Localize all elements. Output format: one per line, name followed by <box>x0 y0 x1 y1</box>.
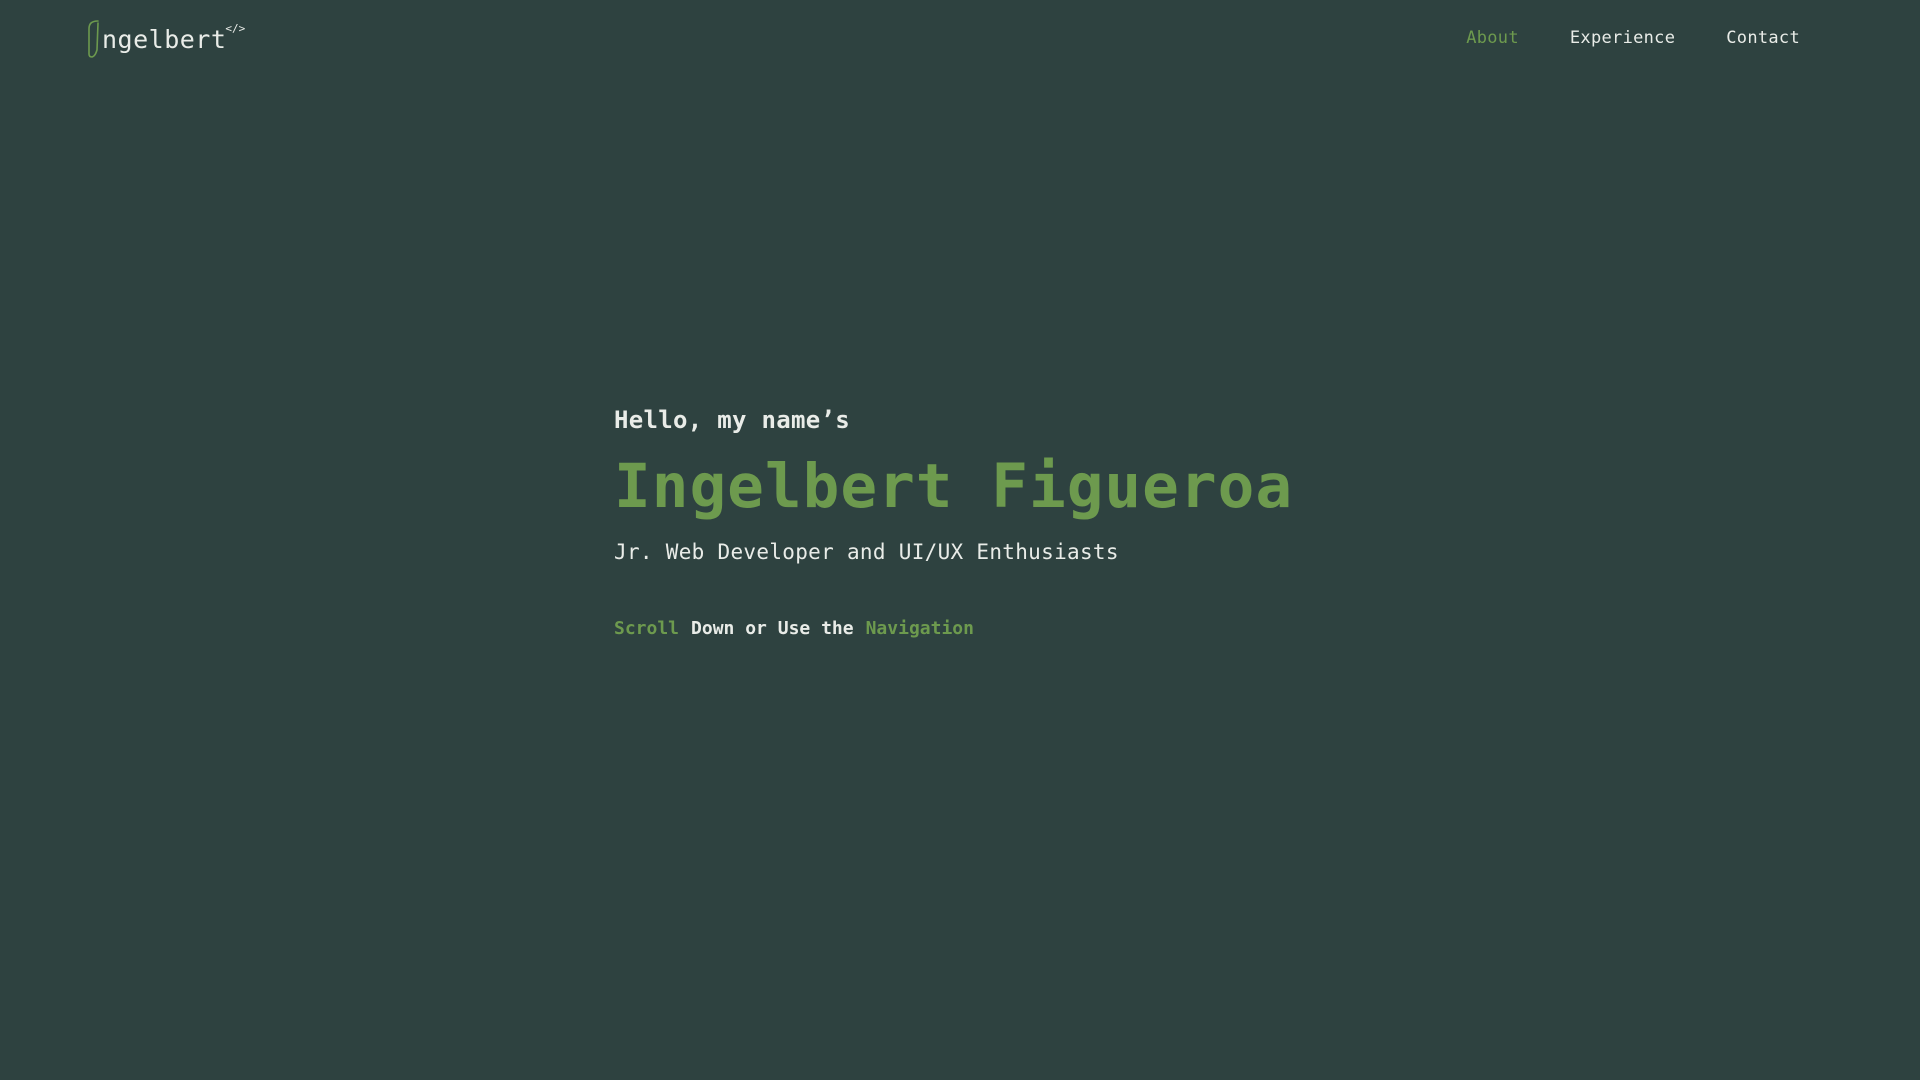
hero-section: Hello, my name’s Ingelbert Figueroa Jr. … <box>614 404 1293 641</box>
logo-code-icon: </> <box>225 22 246 35</box>
hero-cta: Scroll Down or Use the Navigation <box>614 617 1293 641</box>
nav-link-contact[interactable]: Contact <box>1726 28 1800 48</box>
logo-link[interactable]: ngelbert </> <box>86 20 245 62</box>
logo-bracket-icon <box>88 20 99 58</box>
cta-scroll-link[interactable]: Scroll <box>614 617 679 641</box>
logo-text: ngelbert <box>102 25 227 54</box>
page: ngelbert </> About Experience Contact He… <box>0 0 1920 1080</box>
main-nav: About Experience Contact <box>1466 28 1800 48</box>
nav-link-about[interactable]: About <box>1466 28 1519 48</box>
nav-link-experience[interactable]: Experience <box>1570 28 1675 48</box>
cta-navigation-link[interactable]: Navigation <box>866 617 974 641</box>
cta-middle-text: Down or Use the <box>691 618 854 639</box>
hero-greeting: Hello, my name’s <box>614 406 850 434</box>
hero-role: Jr. Web Developer and UI/UX Enthusiasts <box>614 540 1119 564</box>
hero-name: Ingelbert Figueroa <box>614 451 1294 522</box>
site-header: ngelbert </> About Experience Contact <box>0 0 1920 80</box>
